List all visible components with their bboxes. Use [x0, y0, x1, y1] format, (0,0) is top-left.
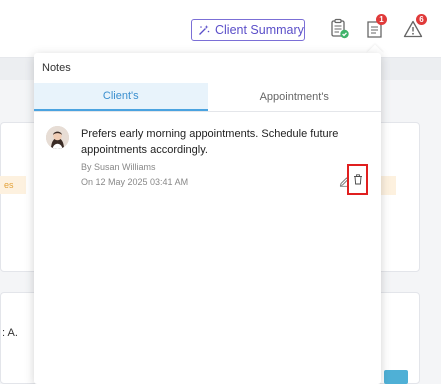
background-action-button[interactable] [384, 370, 408, 384]
client-summary-label: Client Summary [215, 23, 304, 37]
client-summary-button[interactable]: Client Summary [191, 19, 305, 41]
alerts-badge: 6 [416, 14, 427, 25]
notes-title: Notes [42, 62, 71, 74]
note-author: By Susan Williams [81, 162, 156, 172]
magic-wand-icon [199, 25, 210, 35]
notes-popover: Notes Client's Appointment's Prefers ear… [34, 53, 381, 384]
warning-icon[interactable]: 6 [402, 14, 427, 40]
notes-tabs: Client's Appointment's [34, 83, 381, 112]
background-tag-right [380, 176, 396, 195]
note-text: Prefers early morning appointments. Sche… [81, 128, 339, 156]
clipboard-check-icon[interactable] [329, 18, 351, 40]
note-date: On 12 May 2025 03:41 AM [81, 177, 189, 187]
background-tag: es [0, 176, 26, 194]
background-row-text: : A. [2, 327, 18, 339]
tab-appointments[interactable]: Appointment's [208, 83, 382, 111]
notes-badge: 1 [376, 14, 387, 25]
trash-icon [353, 174, 362, 185]
tab-clients[interactable]: Client's [34, 83, 208, 111]
avatar [46, 126, 69, 149]
delete-note-button[interactable] [347, 164, 368, 195]
notes-icon[interactable]: 1 [364, 14, 387, 40]
